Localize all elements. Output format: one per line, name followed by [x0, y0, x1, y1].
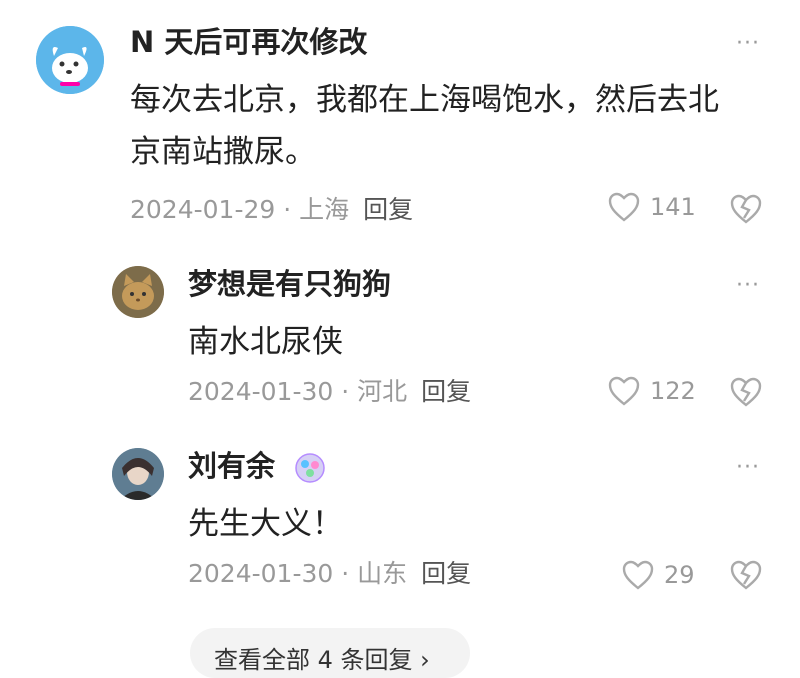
reply-button[interactable]: 回复 [421, 559, 471, 588]
more-options-icon[interactable]: ··· [736, 33, 760, 55]
comment-text: 先生大义！ [188, 506, 343, 542]
like-count: 29 [664, 561, 695, 589]
broken-heart-icon [730, 560, 762, 590]
like-button[interactable]: 141 [608, 192, 696, 222]
comment-location: 河北 [357, 377, 408, 406]
avatar[interactable] [112, 448, 164, 500]
username[interactable]: 梦想是有只狗狗 [188, 264, 391, 304]
dislike-button[interactable] [730, 194, 762, 228]
meta-separator: · [283, 195, 292, 224]
like-button[interactable]: 122 [608, 376, 696, 406]
username-text: 刘有余 [188, 449, 276, 483]
more-options-icon[interactable]: ··· [736, 275, 760, 297]
username[interactable]: N 天后可再次修改 [130, 22, 367, 62]
meta-separator: · [341, 559, 350, 588]
comment-text-line: 每次去北京，我都在上海喝饱水，然后去北 [130, 82, 719, 118]
like-count: 141 [650, 193, 696, 221]
view-more-replies-button[interactable]: 查看全部 4 条回复 › [190, 628, 470, 678]
avatar[interactable] [36, 26, 104, 94]
comment-location: 上海 [299, 195, 350, 224]
comment-meta: 2024-01-29 · 上海 回复 [130, 190, 413, 230]
person-avatar-icon [112, 448, 164, 500]
heart-icon [622, 560, 654, 590]
avatar[interactable] [112, 266, 164, 318]
heart-icon [608, 192, 640, 222]
broken-heart-icon [730, 194, 762, 224]
meta-separator: · [341, 377, 350, 406]
cat-avatar-icon [112, 266, 164, 318]
reply-button[interactable]: 回复 [363, 195, 413, 224]
comment-meta: 2024-01-30 · 河北 回复 [188, 372, 471, 412]
reply-button[interactable]: 回复 [421, 377, 471, 406]
comment-meta: 2024-01-30 · 山东 回复 [188, 554, 471, 594]
dislike-button[interactable] [730, 560, 762, 594]
comment-date: 2024-01-29 [130, 195, 276, 224]
dislike-button[interactable] [730, 377, 762, 411]
username[interactable]: 刘有余 [188, 446, 325, 486]
like-count: 122 [650, 377, 696, 405]
colorful-badge-icon [295, 453, 325, 483]
broken-heart-icon [730, 377, 762, 407]
comment-text: 南水北尿侠 [188, 324, 343, 360]
dog-avatar-icon [36, 26, 104, 94]
comment-text-line: 京南站撒尿。 [130, 134, 316, 170]
comment-text: 每次去北京，我都在上海喝饱水，然后去北 京南站撒尿。 [130, 74, 780, 178]
heart-icon [608, 376, 640, 406]
comment-location: 山东 [357, 559, 408, 588]
like-button[interactable]: 29 [622, 560, 695, 590]
more-options-icon[interactable]: ··· [736, 457, 760, 479]
comment-date: 2024-01-30 [188, 559, 334, 588]
comment-date: 2024-01-30 [188, 377, 334, 406]
